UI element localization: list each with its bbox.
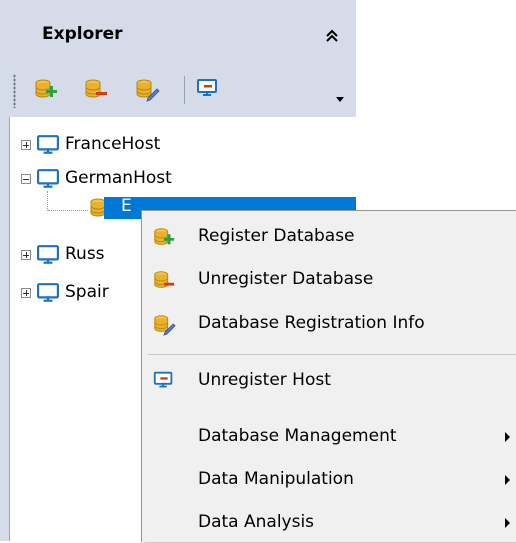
selected-node-label: E [121, 196, 132, 216]
submenu-arrow-icon [505, 475, 510, 485]
menu-item-register-database[interactable]: Register Database [142, 217, 516, 257]
tree-node-label: GermanHost [65, 168, 172, 188]
menu-item-unregister-host[interactable]: Unregister Host [142, 361, 516, 401]
double-chevron-up-icon[interactable] [324, 28, 340, 44]
monitor-icon [37, 245, 59, 265]
menu-item-data-analysis[interactable]: Data Analysis [142, 503, 516, 543]
expand-russ-icon[interactable] [21, 250, 31, 260]
menu-item-unregister-database[interactable]: Unregister Database [142, 260, 516, 300]
tree-node-russ[interactable]: Russ [65, 242, 105, 266]
register-database-icon [154, 228, 175, 245]
menu-item-database-management[interactable]: Database Management [142, 417, 516, 457]
menu-item-label: Data Manipulation [198, 469, 354, 489]
unregister-host-icon[interactable] [195, 76, 221, 102]
database-info-icon [154, 315, 176, 336]
menu-item-database-registration-info[interactable]: Database Registration Info [142, 304, 516, 344]
explorer-toolbar [9, 62, 356, 116]
submenu-arrow-icon [505, 518, 510, 528]
toolbar-separator [184, 76, 185, 104]
toolbar-grip[interactable] [13, 74, 16, 108]
dropdown-arrow-icon[interactable] [335, 94, 345, 104]
explorer-header: Explorer [9, 10, 356, 62]
menu-item-label: Unregister Database [198, 269, 374, 289]
tree-node-germanhost[interactable]: GermanHost [65, 166, 172, 190]
monitor-icon [37, 283, 59, 303]
collapse-germanhost-icon[interactable] [21, 174, 31, 184]
menu-item-label: Database Registration Info [198, 313, 425, 333]
unregister-database-icon[interactable] [83, 76, 109, 102]
panel-title: Explorer [42, 24, 123, 44]
monitor-icon [37, 169, 59, 189]
database-registration-info-icon[interactable] [134, 76, 160, 102]
menu-item-label: Data Analysis [198, 512, 315, 532]
expand-francehost-icon[interactable] [21, 140, 31, 150]
register-database-icon[interactable] [33, 76, 59, 102]
expand-spain-icon[interactable] [21, 288, 31, 298]
tree-connector [47, 191, 49, 211]
menu-item-label: Register Database [198, 226, 355, 246]
tree-node-label: FranceHost [65, 134, 161, 154]
menu-separator [148, 354, 516, 355]
menu-item-label: Unregister Host [198, 370, 331, 390]
unregister-database-icon [154, 271, 175, 288]
menu-item-data-manipulation[interactable]: Data Manipulation [142, 460, 516, 500]
tree-node-label: Russ [65, 244, 105, 264]
tree-node-francehost[interactable]: FranceHost [65, 132, 160, 156]
tree-node-label: Spair [65, 282, 109, 302]
tree-connector [48, 210, 88, 212]
unregister-host-icon [153, 371, 173, 389]
tree-node-spain[interactable]: Spair [65, 280, 109, 304]
monitor-icon [37, 135, 59, 155]
context-menu: Register Database Unregister Database Da… [141, 210, 516, 542]
menu-item-label: Database Management [198, 426, 397, 446]
submenu-arrow-icon [505, 432, 510, 442]
